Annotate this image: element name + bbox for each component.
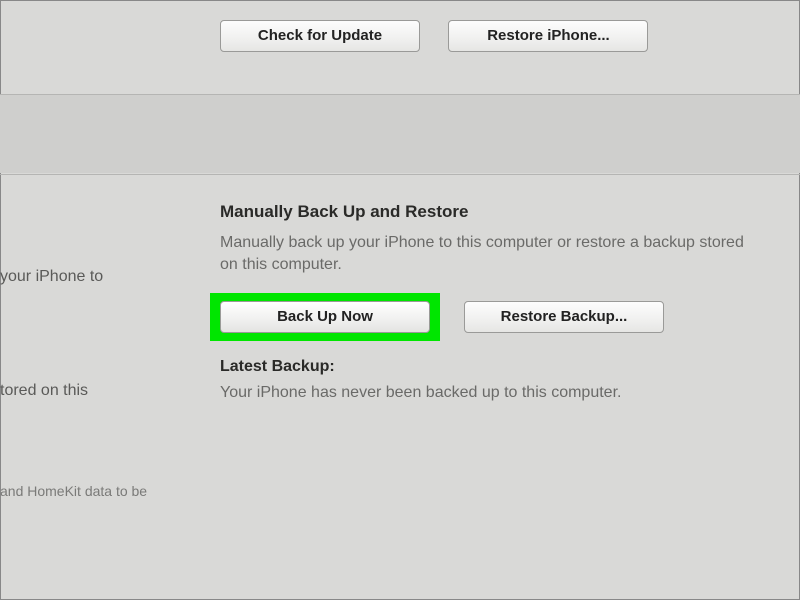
divider [0, 174, 800, 175]
latest-backup-section: Latest Backup: Your iPhone has never bee… [220, 358, 780, 402]
manual-backup-description: Manually back up your iPhone to this com… [220, 232, 760, 275]
check-for-update-button[interactable]: Check for Update [220, 20, 420, 52]
back-up-now-button[interactable]: Back Up Now [220, 301, 430, 333]
section-header-band [0, 95, 800, 173]
left-text-fragment: your iPhone to [0, 268, 103, 286]
top-button-row: Check for Update Restore iPhone... [0, 20, 800, 52]
back-up-now-highlight: Back Up Now [210, 293, 440, 341]
restore-backup-button[interactable]: Restore Backup... [464, 301, 664, 333]
manual-backup-heading: Manually Back Up and Restore [220, 202, 780, 222]
backup-button-row: Back Up Now Restore Backup... [220, 293, 780, 341]
left-text-fragment: tored on this [0, 382, 88, 400]
latest-backup-heading: Latest Backup: [220, 358, 780, 376]
restore-iphone-button[interactable]: Restore iPhone... [448, 20, 648, 52]
latest-backup-text: Your iPhone has never been backed up to … [220, 384, 780, 402]
left-text-fragment: and HomeKit data to be [0, 483, 147, 499]
manual-backup-section: Manually Back Up and Restore Manually ba… [220, 202, 780, 341]
